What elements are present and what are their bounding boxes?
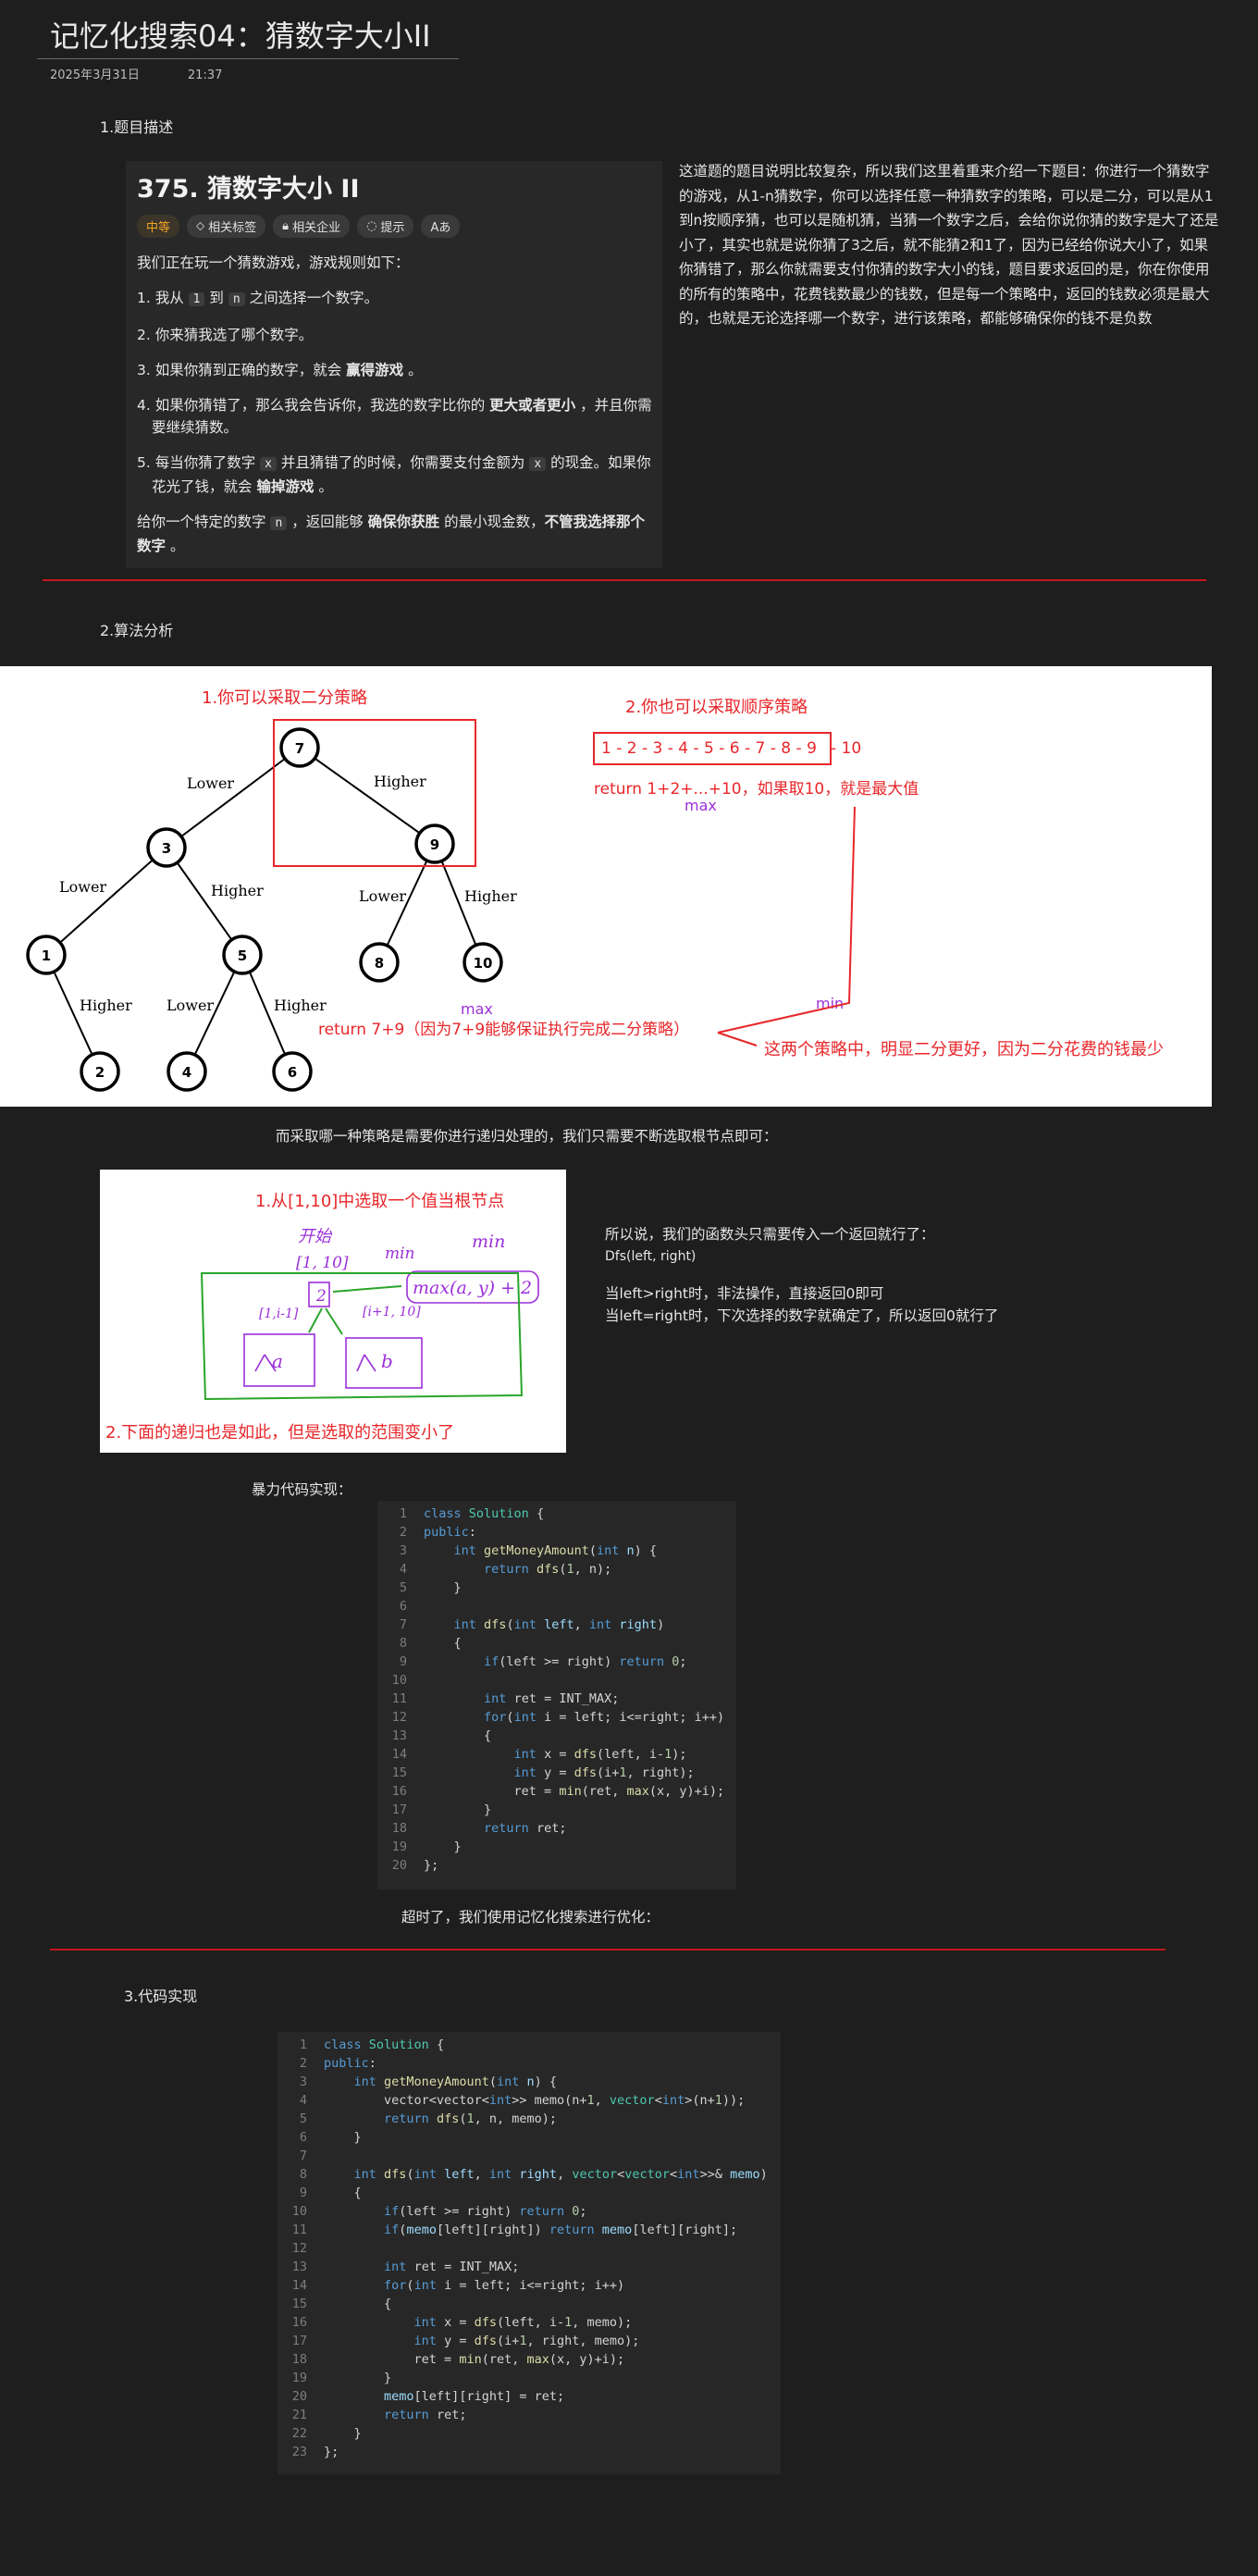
node-label-4: 4: [182, 1064, 191, 1081]
para-root: 而采取哪一种策略是需要你进行递归处理的，我们只需要不断选取根节点即可：: [276, 1128, 778, 1145]
hw-min-2: min: [472, 1232, 505, 1252]
tag-icon: ⬦: [196, 219, 205, 233]
hw-max: max(a, y) + 2: [413, 1278, 532, 1298]
side-note-3: 当left>right时，非法操作，直接返回0即可: [605, 1285, 884, 1302]
section-divider-1: [43, 579, 1206, 581]
sequence-last: - 10: [831, 739, 861, 758]
sequence-text: 1 - 2 - 3 - 4 - 5 - 6 - 7 - 8 - 9: [601, 739, 817, 758]
node-label-6: 6: [288, 1064, 297, 1081]
side-note-1: 所以说，我们的函数头只需要传入一个返回就行了：: [605, 1226, 935, 1243]
node-label-10: 10: [474, 955, 493, 972]
edge-7-9: [299, 747, 436, 845]
problem-card: 375. 猜数字大小 II 中等 ⬦ 相关标签 🔒︎ 相关企业 ◌ 提示 Aあ 我们正…: [126, 161, 662, 568]
edge-7-3: [166, 747, 301, 848]
node-label-3: 3: [162, 840, 171, 857]
hint-button[interactable]: ◌ 提示: [357, 215, 414, 238]
page-date: 2025年3月31日: [50, 68, 140, 82]
edge-3-1: [45, 847, 167, 956]
edge-label-lower-2: Lower: [59, 878, 106, 896]
side-note-2: Dfs(left, right): [605, 1249, 697, 1264]
page-meta: 2025年3月31日 21:37: [50, 65, 270, 82]
problem-tags: 中等 ⬦ 相关标签 🔒︎ 相关企业 ◌ 提示 Aあ: [137, 215, 461, 238]
binary-return: return 7+9（因为7+9能够保证执行完成二分策略）: [318, 1021, 689, 1039]
hw-green-branches: [308, 1307, 343, 1335]
problem-title: 375. 猜数字大小 II: [137, 175, 360, 204]
hw-range: [1, 10]: [296, 1254, 349, 1272]
hw-min-1: min: [385, 1245, 415, 1263]
node-label-1: 1: [42, 947, 51, 964]
page-time: 21:37: [187, 68, 223, 82]
hw-start: 开始: [298, 1227, 333, 1246]
problem-intro: 我们正在玩一个猜数游戏，游戏规则如下：: [137, 254, 410, 271]
problem-explanation: 这道题的题目说明比较复杂，所以我们这里着重来介绍一下题目：你进行一个猜数字的游戏…: [679, 163, 1219, 327]
hw-right-range: [i+1, 10]: [363, 1305, 421, 1319]
hw-b: b: [381, 1350, 393, 1372]
node-label-2: 2: [95, 1064, 105, 1081]
section-heading-2: 2.算法分析: [100, 622, 174, 639]
edge-label-higher-2: Higher: [211, 882, 264, 899]
recursion-sketch: 1.从[1,10]中选取一个值当根节点 2.下面的递归也是如此，但是选取的范围变…: [100, 1170, 566, 1453]
sketch-svg: 1.从[1,10]中选取一个值当根节点 2.下面的递归也是如此，但是选取的范围变…: [105, 1192, 539, 1443]
side-notes: 所以说，我们的函数头只需要传入一个返回就行了： Dfs(left, right)…: [605, 1223, 998, 1327]
edge-label-higher-5: Higher: [274, 997, 327, 1014]
rule-4: 4. 如果你猜错了，那么我会告诉你，我选的数字比你的 更大或者更小 ，并且你需要…: [137, 397, 652, 436]
section-heading-3: 3.代码实现: [124, 1988, 198, 2005]
rule-2: 2. 你来猜我选了哪个数字。: [137, 327, 314, 343]
problem-body: 我们正在玩一个猜数游戏，游戏规则如下： 1. 我从 1 到 n 之间选择一个数字…: [137, 252, 655, 570]
side-note-4: 当left=right时，下次选择的数字就确定了，所以返回0就行了: [605, 1307, 999, 1324]
sequence-return: return 1+2+...+10，如果取10，就是最大值: [594, 780, 919, 799]
problem-final: 给你一个特定的数字 n ，返回能够 确保你获胜 的最小现金数，不管我选择那个数字…: [137, 514, 646, 554]
edge-label-lower-3: Lower: [359, 887, 406, 905]
strategy-conclusion: 这两个策略中，明显二分更好，因为二分花费的钱最少: [764, 1040, 1164, 1059]
edge-label-higher-1: Higher: [374, 773, 426, 790]
hw-left-range: [1,i-1]: [259, 1307, 299, 1321]
sketch-label-2: 2.下面的递归也是如此，但是选取的范围变小了: [105, 1423, 454, 1443]
brute-force-label: 暴力代码实现：: [252, 1481, 352, 1498]
compare-arrow-line-2: [717, 1032, 758, 1046]
node-label-8: 8: [375, 955, 384, 972]
title-divider: [37, 58, 459, 59]
page-title: 记忆化搜索04：猜数字大小II: [50, 19, 431, 54]
bulb-icon: ◌: [366, 219, 377, 233]
edge-label-higher-3: Higher: [464, 887, 517, 905]
section-heading-1: 1.题目描述: [100, 118, 174, 136]
hw-green-arrow: [332, 1285, 402, 1293]
rule-5: 5. 每当你猜了数字 x 并且猜错了的时候，你需要支付金额为 x 的现金。如果你…: [137, 454, 651, 495]
related-companies-button[interactable]: 🔒︎ 相关企业: [273, 215, 351, 238]
edge-label-lower-4: Lower: [166, 997, 214, 1014]
sequence-max-label: max: [684, 797, 717, 814]
binary-max-label: max: [461, 1000, 493, 1018]
brute-force-code: 1 class Solution { 2 public: 3 int getMone…: [377, 1501, 736, 1889]
difficulty-badge[interactable]: 中等: [137, 215, 180, 238]
rule-1: 1. 我从 1 到 n 之间选择一个数字。: [137, 290, 379, 306]
node-label-7: 7: [295, 740, 304, 757]
section-divider-2: [50, 1949, 1166, 1951]
translate-button[interactable]: Aあ: [421, 215, 461, 238]
edge-label-lower-1: Lower: [187, 774, 234, 792]
node-label-9: 9: [430, 836, 439, 853]
hw-root: 2: [315, 1287, 327, 1306]
node-label-5: 5: [238, 947, 247, 964]
edge-label-higher-4: Higher: [80, 997, 132, 1014]
tree-svg: 7 3 9 1 5 8 10 2 4 6 Lower Higher Lower …: [26, 688, 1164, 1092]
lock-icon: 🔒︎: [282, 219, 290, 233]
related-tags-button[interactable]: ⬦ 相关标签: [187, 215, 266, 238]
memo-code: 1 class Solution { 2 public: 3 int getMone…: [278, 2032, 781, 2474]
translate-icon: Aあ: [430, 221, 451, 235]
rule-3: 3. 如果你猜到正确的数字，就会 赢得游戏 。: [137, 362, 423, 378]
binary-strategy-label: 1.你可以采取二分策略: [202, 688, 367, 708]
strategy-diagram: 7 3 9 1 5 8 10 2 4 6 Lower Higher Lower …: [0, 666, 1212, 1107]
timeout-label: 超时了，我们使用记忆化搜索进行优化：: [401, 1909, 660, 1926]
sketch-label-1: 1.从[1,10]中选取一个值当根节点: [255, 1192, 504, 1211]
sequence-strategy-label: 2.你也可以采取顺序策略: [625, 698, 808, 717]
